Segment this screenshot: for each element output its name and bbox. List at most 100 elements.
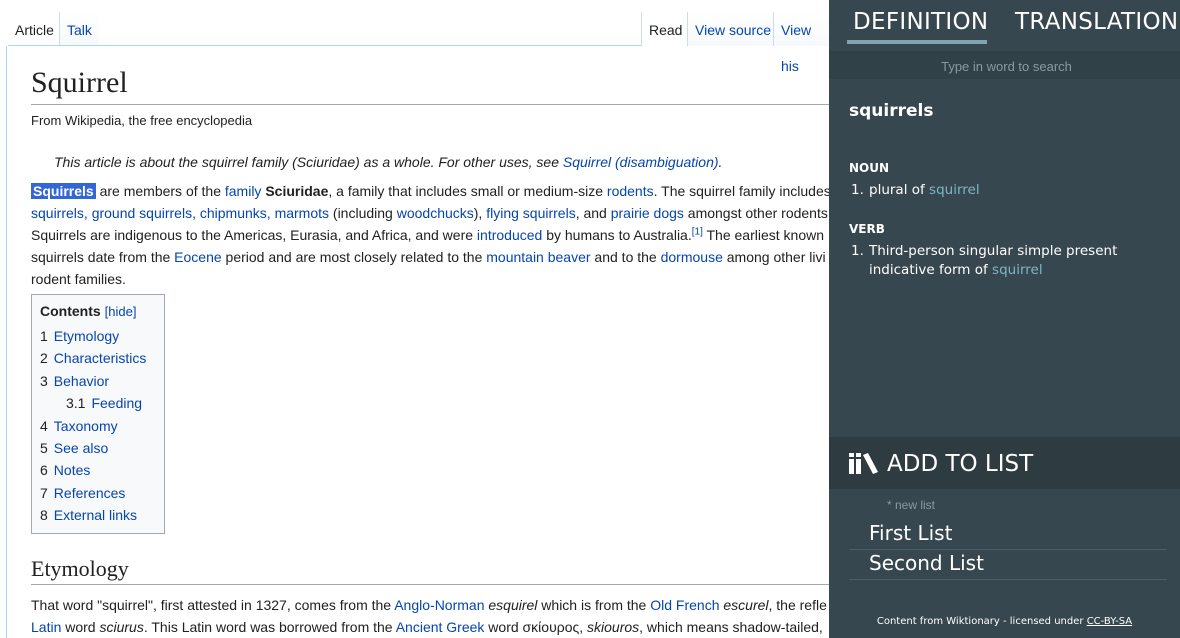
wikipedia-page: Article Talk Read View source View his S… — [0, 0, 829, 638]
tab-view-history[interactable]: View his — [773, 12, 829, 74]
toc-item-number: 7 — [40, 484, 48, 501]
text: word σκίουρος, — [484, 619, 588, 635]
tab-translation[interactable]: TRANSLATION — [1015, 9, 1178, 35]
definition-link[interactable]: squirrel — [992, 262, 1043, 278]
toc-item[interactable]: 8 External links — [40, 504, 156, 526]
text: among other livi — [722, 249, 826, 265]
toc-item-link[interactable]: Notes — [54, 462, 91, 478]
text: squirrels date from the — [31, 249, 175, 265]
link-flying-squirrels[interactable]: flying squirrels — [486, 205, 575, 221]
definition-text: Third-person singular simple present — [869, 243, 1118, 259]
toc-item-number: 4 — [40, 417, 48, 434]
link-chipmunks[interactable]: chipmunks — [200, 205, 267, 221]
license-link[interactable]: CC-BY-SA — [1087, 616, 1132, 627]
headword: squirrels — [849, 101, 934, 121]
toc-item-link[interactable]: Etymology — [54, 328, 119, 344]
toc-item[interactable]: 3.1 Feeding — [40, 392, 156, 414]
toc-item[interactable]: 7 References — [40, 482, 156, 504]
toc-title: Contents — [40, 303, 101, 319]
toc-item-link[interactable]: Behavior — [54, 373, 109, 389]
citation-link[interactable]: [1] — [692, 226, 703, 237]
link-squirrels[interactable]: squirrels — [31, 205, 84, 221]
link-ground-squirrels[interactable]: ground squirrels — [92, 205, 192, 221]
text: Squirrels are indigenous to the Americas… — [31, 227, 477, 243]
search-bar — [829, 51, 1180, 81]
footer-text: Content from Wiktionary - licensed under — [876, 616, 1087, 627]
text: , — [83, 205, 92, 221]
text: which is from the — [537, 597, 651, 613]
selected-word[interactable]: Squirrels — [31, 183, 96, 199]
text: . This Latin word was borrowed from the — [143, 619, 396, 635]
link-anglo-norman[interactable]: Anglo-Norman — [394, 597, 484, 613]
toc-item-number: 2 — [40, 350, 48, 367]
search-input[interactable] — [829, 51, 1180, 81]
text: rodent families. — [31, 271, 126, 287]
text: . The squirrel family includes — [653, 183, 829, 199]
content-border — [6, 46, 7, 638]
link-marmots[interactable]: marmots — [275, 205, 329, 221]
definition-text: indicative form of — [869, 262, 993, 278]
hatnote-text: This article is about the squirrel famil… — [54, 154, 563, 170]
dictionary-panel: DEFINITION TRANSLATION squirrels NOUN 1.… — [829, 0, 1180, 638]
toc-item[interactable]: 6 Notes — [40, 459, 156, 481]
definition-text: plural of — [869, 182, 930, 198]
article-content: Squirrel From Wikipedia, the free encycl… — [31, 60, 829, 635]
text: , the refle — [768, 597, 827, 613]
link-family[interactable]: family — [225, 183, 262, 199]
link-dormouse[interactable]: dormouse — [661, 249, 723, 265]
tab-read-label: Read — [649, 22, 683, 38]
new-list-button[interactable]: * new list — [887, 498, 935, 512]
intro-paragraph: Squirrels are members of the family Sciu… — [31, 180, 829, 290]
add-to-list-bar[interactable]: ADD TO LIST — [829, 437, 1180, 489]
italic-term: esquirel — [488, 597, 538, 613]
tab-article[interactable]: Article — [8, 12, 61, 46]
tab-talk[interactable]: Talk — [59, 12, 99, 46]
link-prairie-dogs[interactable]: prairie dogs — [611, 205, 684, 221]
link-ancient-greek[interactable]: Ancient Greek — [396, 619, 485, 635]
toc-item[interactable]: 3 Behavior — [40, 370, 156, 392]
page-title: Squirrel — [31, 60, 829, 105]
link-eocene[interactable]: Eocene — [174, 249, 221, 265]
toc-header: Contents [hide] — [40, 303, 156, 319]
verb-definition: 1. Third-person singular simple present i… — [851, 242, 1151, 280]
hatnote-end: . — [718, 154, 723, 170]
toc-item-link[interactable]: Characteristics — [54, 350, 147, 366]
tab-read[interactable]: Read — [641, 12, 690, 46]
toc-item-link[interactable]: References — [54, 485, 126, 501]
toc-item[interactable]: 2 Characteristics — [40, 347, 156, 369]
toc-item-link[interactable]: Feeding — [91, 395, 142, 411]
attribution-footer: Content from Wiktionary - licensed under… — [829, 616, 1180, 627]
text: The earliest known — [702, 227, 824, 243]
list-item-first[interactable]: First List — [849, 520, 1167, 550]
link-introduced[interactable]: introduced — [477, 227, 542, 243]
toc-item[interactable]: 1 Etymology — [40, 325, 156, 347]
tab-view-source[interactable]: View source — [687, 12, 779, 46]
text: , — [266, 205, 275, 221]
text: That word "squirrel", first attested in … — [31, 597, 395, 613]
text: and to the — [590, 249, 661, 265]
definition-link[interactable]: squirrel — [929, 182, 980, 198]
tab-divider — [8, 45, 641, 46]
text: , — [192, 205, 200, 221]
books-icon — [849, 452, 879, 478]
hatnote-link[interactable]: Squirrel (disambiguation) — [563, 154, 719, 170]
toc-item[interactable]: 4 Taxonomy — [40, 415, 156, 437]
text: (including — [329, 205, 397, 221]
text: word — [61, 619, 100, 635]
toc-item-link[interactable]: External links — [54, 507, 137, 523]
tab-definition[interactable]: DEFINITION — [853, 9, 988, 35]
link-rodents[interactable]: rodents — [607, 183, 654, 199]
list-item-second[interactable]: Second List — [849, 550, 1167, 580]
etymology-paragraph: That word "squirrel", first attested in … — [31, 594, 827, 638]
toc-item-link[interactable]: See also — [54, 440, 108, 456]
link-woodchucks[interactable]: woodchucks — [397, 205, 474, 221]
text: period and are most closely related to t… — [221, 249, 487, 265]
link-old-french[interactable]: Old French — [650, 597, 719, 613]
toc-item[interactable]: 5 See also — [40, 437, 156, 459]
toc-hide-link[interactable]: [hide] — [105, 304, 137, 319]
toc-item-number: 3.1 — [66, 395, 86, 412]
text: , and — [575, 205, 611, 221]
link-latin[interactable]: Latin — [31, 619, 61, 635]
toc-item-link[interactable]: Taxonomy — [54, 418, 118, 434]
link-mountain-beaver[interactable]: mountain beaver — [486, 249, 590, 265]
